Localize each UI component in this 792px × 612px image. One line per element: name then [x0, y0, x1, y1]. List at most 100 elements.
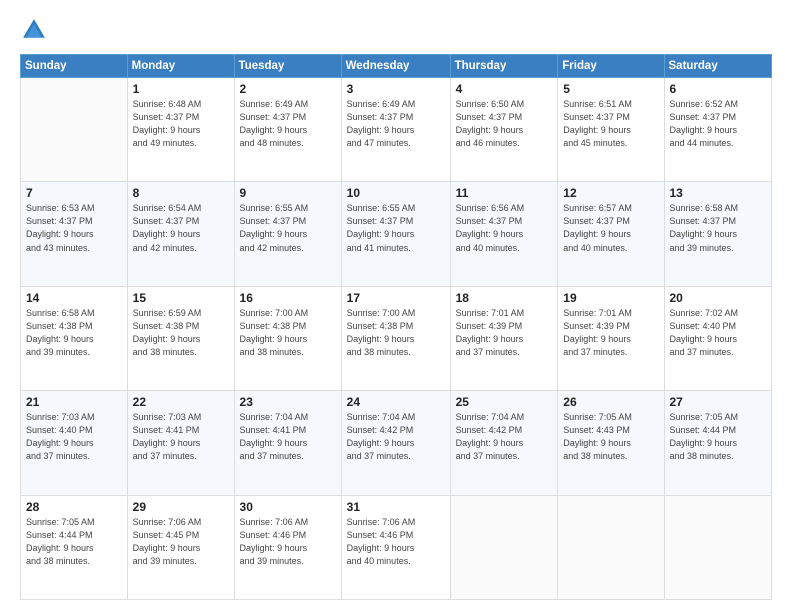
day-info-line: and 43 minutes.	[26, 243, 90, 253]
day-info: Sunrise: 6:57 AMSunset: 4:37 PMDaylight:…	[563, 202, 658, 254]
day-info-line: Sunrise: 6:58 AM	[26, 308, 95, 318]
day-info-line: Sunrise: 7:04 AM	[347, 412, 416, 422]
day-info-line: Sunset: 4:43 PM	[563, 425, 630, 435]
day-info-line: Sunset: 4:37 PM	[347, 216, 414, 226]
day-cell: 25Sunrise: 7:04 AMSunset: 4:42 PMDayligh…	[450, 391, 558, 495]
logo	[20, 16, 52, 44]
day-info: Sunrise: 7:05 AMSunset: 4:44 PMDaylight:…	[26, 516, 122, 568]
day-info-line: Sunset: 4:45 PM	[133, 530, 200, 540]
day-info-line: and 37 minutes.	[456, 347, 520, 357]
day-info-line: Sunset: 4:37 PM	[456, 216, 523, 226]
day-info-line: Sunset: 4:46 PM	[347, 530, 414, 540]
day-info-line: and 37 minutes.	[347, 451, 411, 461]
day-info-line: Daylight: 9 hours	[240, 334, 308, 344]
day-info-line: Daylight: 9 hours	[670, 125, 738, 135]
day-cell: 1Sunrise: 6:48 AMSunset: 4:37 PMDaylight…	[127, 78, 234, 182]
day-info-line: and 38 minutes.	[347, 347, 411, 357]
day-cell: 6 Sunrise: 6:52 AMSunset: 4:37 PMDaylight…	[664, 78, 772, 182]
day-info-line: Sunrise: 6:58 AM	[670, 203, 739, 213]
day-number: 6	[670, 82, 767, 96]
day-info-line: and 48 minutes.	[240, 138, 304, 148]
day-info-line: Daylight: 9 hours	[347, 229, 415, 239]
day-number: 5	[563, 82, 658, 96]
day-info-line: Sunset: 4:39 PM	[563, 321, 630, 331]
day-cell: 29Sunrise: 7:06 AMSunset: 4:45 PMDayligh…	[127, 495, 234, 599]
day-info-line: Sunset: 4:44 PM	[670, 425, 737, 435]
day-cell: 15Sunrise: 6:59 AMSunset: 4:38 PMDayligh…	[127, 286, 234, 390]
day-cell: 16Sunrise: 7:00 AMSunset: 4:38 PMDayligh…	[234, 286, 341, 390]
day-info-line: and 40 minutes.	[456, 243, 520, 253]
day-cell	[664, 495, 772, 599]
page: SundayMondayTuesdayWednesdayThursdayFrid…	[0, 0, 792, 612]
day-info-line: Daylight: 9 hours	[563, 438, 631, 448]
day-info-line: Sunrise: 6:59 AM	[133, 308, 202, 318]
day-info-line: Daylight: 9 hours	[133, 229, 201, 239]
day-number: 9	[240, 186, 336, 200]
day-number: 22	[133, 395, 229, 409]
day-cell	[558, 495, 664, 599]
day-number: 19	[563, 291, 658, 305]
day-info-line: Sunrise: 6:50 AM	[456, 99, 525, 109]
weekday-friday: Friday	[558, 55, 664, 78]
day-info-line: Daylight: 9 hours	[347, 438, 415, 448]
day-info-line: Daylight: 9 hours	[133, 543, 201, 553]
day-cell: 12Sunrise: 6:57 AMSunset: 4:37 PMDayligh…	[558, 182, 664, 286]
day-info: Sunrise: 6:49 AMSunset: 4:37 PMDaylight:…	[347, 98, 445, 150]
weekday-thursday: Thursday	[450, 55, 558, 78]
day-info-line: Sunrise: 6:56 AM	[456, 203, 525, 213]
day-info-line: Sunset: 4:42 PM	[347, 425, 414, 435]
day-number: 21	[26, 395, 122, 409]
day-number: 24	[347, 395, 445, 409]
day-info: Sunrise: 6:52 AMSunset: 4:37 PMDaylight:…	[670, 98, 767, 150]
day-cell: 24 Sunrise: 7:04 AM Sunset: 4:42 PM Dayligh…	[341, 391, 450, 495]
day-info-line: Daylight: 9 hours	[26, 229, 94, 239]
day-cell: 8Sunrise: 6:54 AMSunset: 4:37 PMDaylight…	[127, 182, 234, 286]
day-info-line: Daylight: 9 hours	[133, 334, 201, 344]
day-info-line: and 47 minutes.	[347, 138, 411, 148]
day-info-line: Sunset: 4:42 PM	[456, 425, 523, 435]
day-info-line: Sunrise: 7:03 AM	[133, 412, 202, 422]
day-info-line: Sunset: 4:41 PM	[133, 425, 200, 435]
week-row-0: 1Sunrise: 6:48 AMSunset: 4:37 PMDaylight…	[21, 78, 772, 182]
day-info-line: and 38 minutes.	[563, 451, 627, 461]
day-info-line: Daylight: 9 hours	[563, 125, 631, 135]
day-number: 23	[240, 395, 336, 409]
day-info: Sunrise: 6:58 AMSunset: 4:38 PMDaylight:…	[26, 307, 122, 359]
day-info: Sunrise: 7:03 AMSunset: 4:40 PMDaylight:…	[26, 411, 122, 463]
day-info-line: Sunrise: 7:01 AM	[456, 308, 525, 318]
day-cell: 11Sunrise: 6:56 AMSunset: 4:37 PMDayligh…	[450, 182, 558, 286]
day-cell: 5Sunrise: 6:51 AMSunset: 4:37 PMDaylight…	[558, 78, 664, 182]
day-info-line: Sunset: 4:37 PM	[563, 216, 630, 226]
day-cell: 21 Sunrise: 7:03 AMSunset: 4:40 PMDayligh…	[21, 391, 128, 495]
day-info-line: Daylight: 9 hours	[670, 334, 738, 344]
weekday-saturday: Saturday	[664, 55, 772, 78]
day-info-line: and 45 minutes.	[563, 138, 627, 148]
calendar-table: SundayMondayTuesdayWednesdayThursdayFrid…	[20, 54, 772, 600]
day-info-line: Sunset: 4:38 PM	[347, 321, 414, 331]
day-info: Sunrise: 7:02 AMSunset: 4:40 PMDaylight:…	[670, 307, 767, 359]
day-info-line: Sunrise: 6:57 AM	[563, 203, 632, 213]
day-info-line: Sunrise: 7:03 AM	[26, 412, 95, 422]
day-info-line: Sunrise: 7:04 AM	[456, 412, 525, 422]
day-info-line: Daylight: 9 hours	[133, 125, 201, 135]
day-info-line: Daylight: 9 hours	[456, 334, 524, 344]
day-info: Sunrise: 6:55 AMSunset: 4:37 PMDaylight:…	[240, 202, 336, 254]
day-info: Sunrise: 7:06 AMSunset: 4:46 PMDaylight:…	[240, 516, 336, 568]
day-number: 31	[347, 500, 445, 514]
day-info-line: Daylight: 9 hours	[347, 125, 415, 135]
day-info-line: Sunset: 4:44 PM	[26, 530, 93, 540]
day-info-line: Sunrise: 6:48 AM	[133, 99, 202, 109]
day-number: 25	[456, 395, 553, 409]
day-info: Sunrise: 7:00 AMSunset: 4:38 PMDaylight:…	[347, 307, 445, 359]
day-info: Sunrise: 7:01 AMSunset: 4:39 PMDaylight:…	[563, 307, 658, 359]
weekday-tuesday: Tuesday	[234, 55, 341, 78]
day-info: Sunrise: 7:06 AMSunset: 4:45 PMDaylight:…	[133, 516, 229, 568]
day-cell: 14Sunrise: 6:58 AMSunset: 4:38 PMDayligh…	[21, 286, 128, 390]
day-info-line: and 37 minutes.	[26, 451, 90, 461]
day-info-line: Sunrise: 6:49 AM	[347, 99, 416, 109]
day-cell: 18Sunrise: 7:01 AMSunset: 4:39 PMDayligh…	[450, 286, 558, 390]
day-info-line: Sunrise: 7:00 AM	[240, 308, 309, 318]
week-row-1: 7Sunrise: 6:53 AMSunset: 4:37 PMDaylight…	[21, 182, 772, 286]
day-cell: 17Sunrise: 7:00 AMSunset: 4:38 PMDayligh…	[341, 286, 450, 390]
day-info-line: and 37 minutes.	[563, 347, 627, 357]
